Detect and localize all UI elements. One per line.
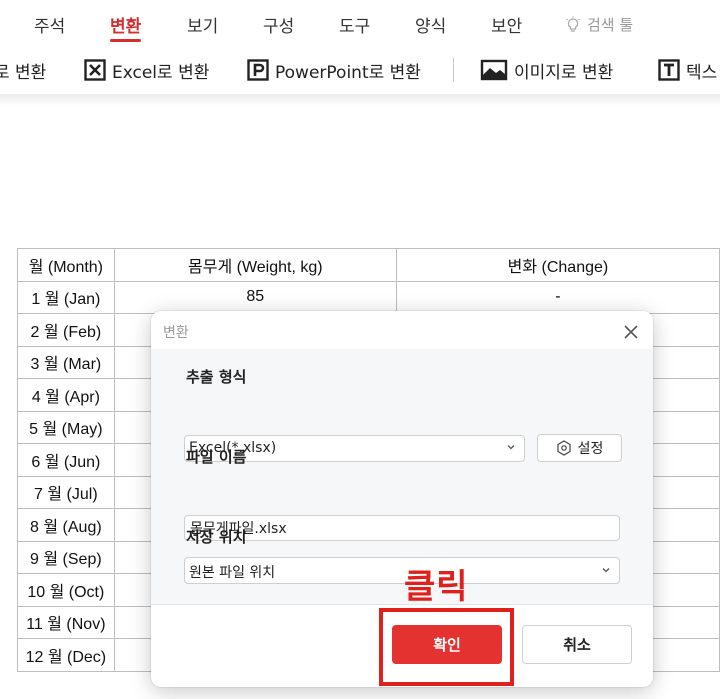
table-cell: 11 월 (Nov) <box>17 605 115 639</box>
table-cell: 8 월 (Aug) <box>17 508 115 542</box>
table-header-cell: 월 (Month) <box>17 248 115 282</box>
settings-button[interactable]: 설정 <box>537 434 622 462</box>
filename-input[interactable] <box>184 515 620 541</box>
close-icon[interactable] <box>621 322 641 342</box>
dialog-title: 변환 <box>163 325 189 341</box>
convert-to-excel-label: Excel로 변환 <box>112 62 210 83</box>
cancel-button[interactable]: 취소 <box>522 625 632 664</box>
convert-toolbar: 로 변환 Excel로 변환 PowerPoint로 변환 이미지로 변환 텍스 <box>0 46 720 94</box>
filename-label: 파일 이름 <box>186 448 247 466</box>
powerpoint-icon <box>247 59 269 81</box>
chevron-down-icon <box>507 445 515 450</box>
convert-to-powerpoint-label: PowerPoint로 변환 <box>275 62 421 83</box>
tab-security[interactable]: 보안 <box>491 12 522 37</box>
table-header-cell: 몸무게 (Weight, kg) <box>113 248 397 282</box>
toolbar-divider <box>453 58 454 82</box>
settings-label: 설정 <box>577 441 604 457</box>
gear-icon <box>557 440 571 456</box>
table-header-cell: 변화 (Change) <box>395 248 720 282</box>
toolbar-shadow <box>0 94 720 106</box>
click-annotation-text: 클릭 <box>404 567 469 607</box>
table-cell: 4 월 (Apr) <box>17 378 115 412</box>
excel-icon <box>84 59 106 81</box>
convert-to-text-label: 텍스 <box>686 62 718 83</box>
table-row: 1 월 (Jan) 85- <box>17 280 720 314</box>
text-icon <box>658 59 680 81</box>
dialog-footer-divider <box>151 604 653 605</box>
tab-view[interactable]: 보기 <box>187 12 218 37</box>
tab-annotate[interactable]: 주석 <box>34 12 65 37</box>
convert-to-text-button[interactable]: 텍스 <box>658 56 717 84</box>
convert-to-powerpoint-button[interactable]: PowerPoint로 변환 <box>247 56 421 84</box>
tab-tools[interactable]: 도구 <box>339 12 370 37</box>
lightbulb-icon <box>566 16 580 32</box>
tab-convert[interactable]: 변환 <box>110 12 142 42</box>
click-annotation-box <box>379 608 514 686</box>
search-tool-label: 검색 툴 <box>587 16 634 34</box>
convert-to-image-button[interactable]: 이미지로 변환 <box>480 56 613 84</box>
table-cell: 85 <box>113 280 397 314</box>
table-cell: 6 월 (Jun) <box>17 443 115 477</box>
tab-forms[interactable]: 양식 <box>415 12 446 37</box>
active-tab-underline <box>110 39 142 42</box>
convert-to-image-label: 이미지로 변환 <box>514 62 614 83</box>
table-cell: 1 월 (Jan) <box>17 280 115 314</box>
table-cell: - <box>395 280 720 314</box>
table-cell: 12 월 (Dec) <box>17 638 115 672</box>
chevron-down-icon <box>602 568 610 573</box>
convert-to-word-label: 로 변환 <box>0 62 47 83</box>
convert-to-word-button[interactable]: 로 변환 <box>0 56 46 84</box>
table-header-row: 월 (Month) 몸무게 (Weight, kg) 변화 (Change) <box>17 248 720 282</box>
format-label: 추출 형식 <box>186 368 247 386</box>
location-select[interactable]: 원본 파일 위치 <box>184 557 620 584</box>
location-label: 저장 위치 <box>186 528 247 546</box>
location-value: 원본 파일 위치 <box>189 565 276 581</box>
convert-to-excel-button[interactable]: Excel로 변환 <box>84 56 209 84</box>
table-cell: 9 월 (Sep) <box>17 540 115 574</box>
table-cell: 2 월 (Feb) <box>17 313 115 347</box>
tab-organize[interactable]: 구성 <box>263 12 294 37</box>
image-icon <box>480 59 508 81</box>
search-tool[interactable]: 검색 툴 <box>564 14 633 35</box>
table-cell: 3 월 (Mar) <box>17 345 115 379</box>
table-cell: 10 월 (Oct) <box>17 573 115 607</box>
table-cell: 5 월 (May) <box>17 410 115 444</box>
table-cell: 7 월 (Jul) <box>17 475 115 509</box>
menu-bar: 주석 변환 보기 구성 도구 양식 보안 검색 툴 <box>0 0 720 46</box>
